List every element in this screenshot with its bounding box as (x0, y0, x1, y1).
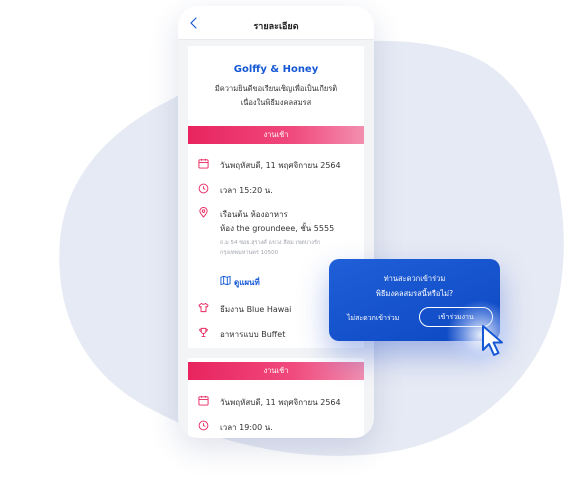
clock-icon (198, 183, 209, 194)
invitation-text: มีความยินดีขอเรียนเชิญเพื่อเป็นเกียรติ เ… (196, 82, 356, 110)
event-time: เวลา 19:00 น. (220, 423, 273, 432)
clock-icon (198, 420, 209, 431)
phone-mockup: รายละเอียด Golffy & Honey มีความยินดีขอเ… (178, 6, 374, 438)
invitation-line-1: มีความยินดีขอเรียนเชิญเพื่อเป็นเกียรติ (214, 84, 338, 93)
view-map-label: ดูแผนที่ (234, 278, 260, 287)
calendar-icon (198, 158, 209, 169)
section-band: งานเช้า (188, 362, 364, 380)
event-card: งานเช้า วันพฤหัสบดี, 11 พฤศจิกายน 2564 เ… (188, 358, 364, 438)
rsvp-question-line-2: พิธีมงคลสมรสนี้หรือไม่? (375, 289, 454, 298)
event-date: วันพฤหัสบดี, 11 พฤศจิกายน 2564 (220, 161, 341, 170)
mouse-pointer-icon (482, 325, 503, 356)
address-line-2: กรุงเทพมหานคร 10500 (220, 250, 279, 256)
invitation-line-2: เนื่องในพิธีมงคลสมรส (240, 98, 312, 107)
food-style: อาหารแบบ Buffet (220, 330, 286, 339)
section-band: งานเช้า (188, 126, 364, 144)
map-icon (220, 275, 231, 286)
calendar-icon (198, 395, 209, 406)
shirt-icon (198, 302, 209, 313)
event-time: เวลา 15:20 น. (220, 186, 273, 195)
app-header: รายละเอียด (178, 6, 374, 40)
venue-name: เรือนต้น ห้องอาหาร (220, 210, 288, 219)
event-date: วันพฤหัสบดี, 11 พฤศจิกายน 2564 (220, 398, 341, 407)
venue-room: ห้อง the groundeee, ชั้น 5555 (220, 224, 335, 233)
dress-code: ธีมงาน Blue Hawai (220, 305, 292, 314)
location-pin-icon (199, 207, 208, 218)
page-title: รายละเอียด (253, 22, 299, 32)
decline-button[interactable]: ไม่สะดวกเข้าร่วม (347, 313, 399, 324)
couple-names: Golffy & Honey (233, 64, 319, 75)
rsvp-question-line-1: ท่านสะดวกเข้าร่วม (383, 274, 446, 283)
address-line-1: ถ.ม 54 ซอย.สุรวงศ์ แขวง สีลม เขตบางรัก (220, 240, 321, 246)
trophy-icon (199, 327, 208, 337)
rsvp-question: ท่านสะดวกเข้าร่วม พิธีมงคลสมรสนี้หรือไม่… (329, 271, 500, 301)
